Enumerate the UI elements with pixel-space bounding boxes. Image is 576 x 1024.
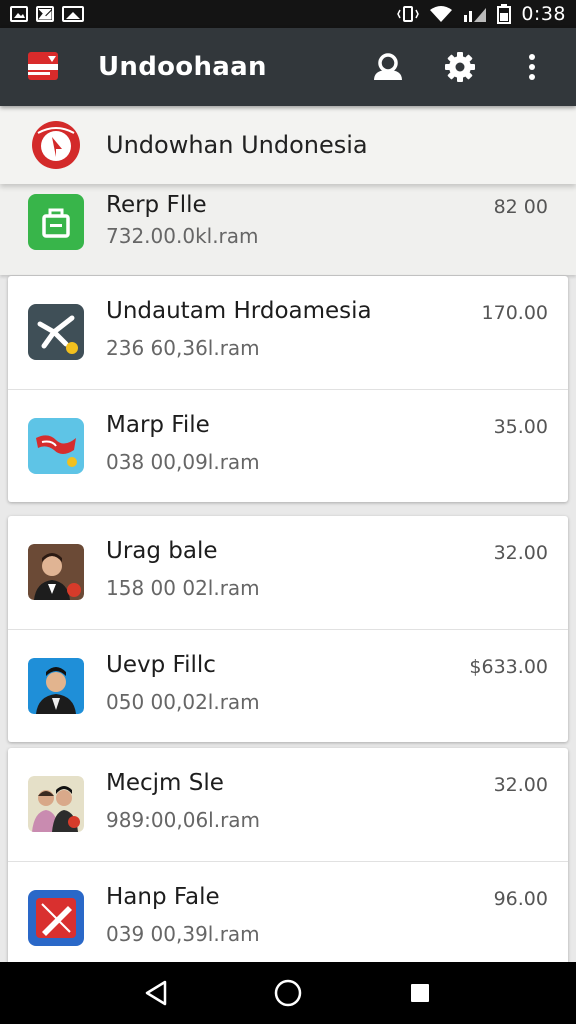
item-title: Hanp Fale [106,884,220,910]
app-logo-icon [26,50,62,84]
app-title: Undoohaan [98,52,267,82]
item-title: Mecjm Sle [106,770,224,796]
item-amount: 35.00 [493,416,548,438]
item-title: Marp File [106,412,210,438]
list-card: Undautam Hrdoamesia 236 60,36l.ram 170.0… [8,276,568,502]
flag-icon [28,418,84,474]
person-running-icon [28,304,84,360]
list-item[interactable]: Uevp Fillc 050 00,02l.ram $633.00 [8,630,568,742]
item-subtitle: 039 00,39l.ram [106,922,260,946]
app-bar: Undoohaan [0,28,576,106]
photo-notification-icon [62,6,84,22]
list-item[interactable]: Undautam Hrdoamesia 236 60,36l.ram 170.0… [8,276,568,390]
brand-badge-icon [30,119,82,171]
man-portrait-icon [28,658,84,714]
pinned-title: Undowhan Undonesia [106,131,368,159]
back-triangle-icon [145,980,167,1006]
item-amount: 96.00 [493,888,548,910]
item-subtitle: 989:00,06l.ram [106,808,261,832]
item-subtitle: 236 60,36l.ram [106,336,260,360]
account-icon [374,53,402,80]
recents-button[interactable] [400,973,440,1013]
item-subtitle: 038 00,09l.ram [106,450,260,474]
image-notification-icon [10,6,28,22]
list-item[interactable]: Hanp Fale 039 00,39l.ram 96.00 [8,862,568,962]
item-subtitle: 158 00 02l.ram [106,576,260,600]
status-time: 0:38 [521,3,566,25]
home-button[interactable] [268,973,308,1013]
item-subtitle: 732.00.0kl.ram [106,224,259,248]
recents-square-icon [411,984,429,1002]
item-amount: 170.00 [481,302,548,324]
vibrate-icon [397,6,420,22]
man-portrait-icon [28,544,84,600]
item-amount: 32.00 [493,542,548,564]
account-button[interactable] [370,49,406,85]
list-card: Mecjm Sle 989:00,06l.ram 32.00 Hanp Fale… [8,748,568,962]
couple-portrait-icon [28,776,84,832]
list-item[interactable]: Urag bale 158 00 02l.ram 32.00 [8,516,568,630]
battery-icon [497,4,512,24]
list-item[interactable]: Marp File 038 00,09l.ram 35.00 [8,390,568,502]
back-button[interactable] [136,973,176,1013]
item-title: Urag bale [106,538,218,564]
system-nav-bar [0,962,576,1024]
list-item[interactable]: Mecjm Sle 989:00,06l.ram 32.00 [8,748,568,862]
wifi-icon [430,6,453,22]
gear-icon [445,52,475,82]
lock-file-icon [28,194,84,250]
status-bar: 0:38 [0,0,576,28]
gallery-notification-icon [36,6,54,22]
file-list[interactable]: Rerp Flle 732.00.0kl.ram 82 00 Undautam … [0,184,576,962]
list-card: Urag bale 158 00 02l.ram 32.00 Uevp Fill… [8,516,568,742]
item-subtitle: 050 00,02l.ram [106,690,260,714]
item-title: Undautam Hrdoamesia [106,298,372,324]
item-title: Uevp Fillc [106,652,216,678]
edit-pen-icon [28,890,84,946]
item-amount: 82 00 [493,196,548,218]
item-amount: $633.00 [469,656,548,678]
settings-button[interactable] [442,49,478,85]
signal-icon [464,8,487,22]
item-amount: 32.00 [493,774,548,796]
more-vert-icon [529,54,535,80]
home-circle-icon [274,979,302,1007]
item-title: Rerp Flle [106,192,207,218]
list-card: Rerp Flle 732.00.0kl.ram 82 00 [0,184,576,275]
pinned-header[interactable]: Undowhan Undonesia [0,106,576,184]
list-item[interactable]: Rerp Flle 732.00.0kl.ram 82 00 [0,184,576,275]
overflow-menu-button[interactable] [514,49,550,85]
